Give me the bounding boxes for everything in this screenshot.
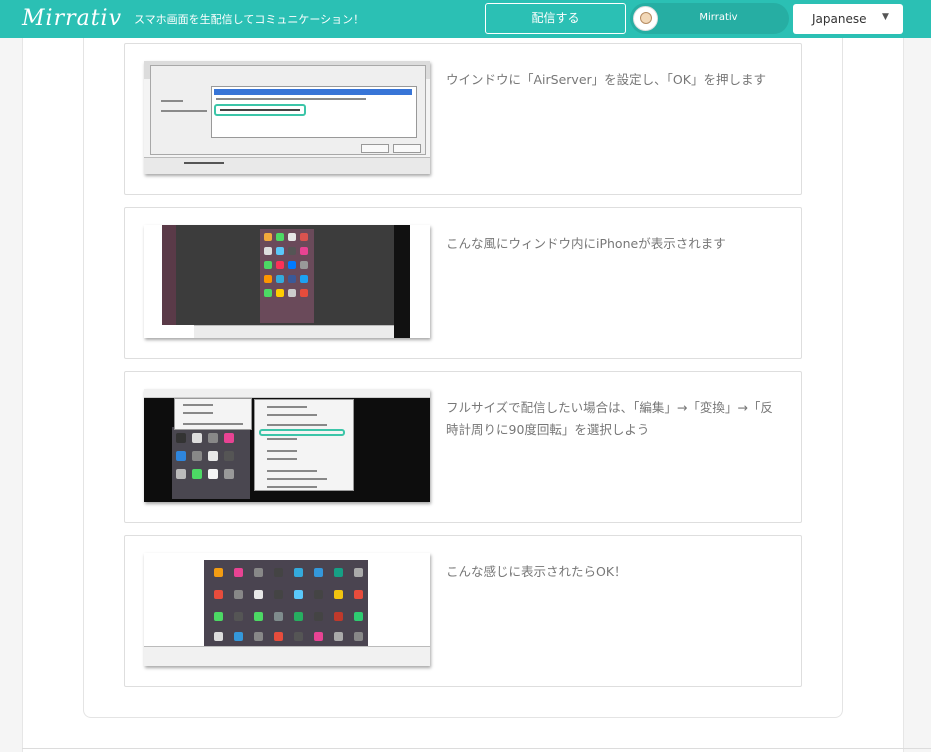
start-streaming-button[interactable]: 配信する [485, 3, 626, 34]
step-card: ウインドウに「AirServer」を設定し、「OK」を押します [124, 43, 802, 195]
step-text: ウインドウに「AirServer」を設定し、「OK」を押します [446, 72, 766, 87]
header-tagline: スマホ画面を生配信してコミュニケーション！ [134, 13, 365, 26]
top-header: Mirrativ スマホ画面を生配信してコミュニケーション！ 配信する Mirr… [0, 0, 931, 38]
mirrativ-logo[interactable]: Mirrativ [22, 6, 122, 31]
divider [22, 748, 931, 749]
step-screenshot-window-settings [144, 61, 430, 174]
step-text: フルサイズで配信したい場合は、「編集」→「変換」→「反時計周りに90度回転」を選… [446, 400, 773, 437]
step-screenshot-iphone-in-window [144, 225, 430, 338]
step-screenshot-rotate-menu [144, 389, 430, 502]
step-screenshot-final-display [144, 553, 430, 666]
step-card: フルサイズで配信したい場合は、「編集」→「変換」→「反時計周りに90度回転」を選… [124, 371, 802, 523]
chevron-down-icon: ▼ [882, 12, 889, 22]
language-select-value: Japanese [812, 12, 867, 26]
user-menu[interactable]: Mirrativ [630, 3, 789, 34]
step-text: こんな風にウィンドウ内にiPhoneが表示されます [446, 236, 726, 251]
step-card: こんな感じに表示されたらOK！ [124, 535, 802, 687]
language-select[interactable]: Japanese ▼ [793, 4, 903, 34]
user-name: Mirrativ [699, 12, 738, 23]
step-card: こんな風にウィンドウ内にiPhoneが表示されます [124, 207, 802, 359]
step-text: こんな感じに表示されたらOK！ [446, 564, 627, 579]
